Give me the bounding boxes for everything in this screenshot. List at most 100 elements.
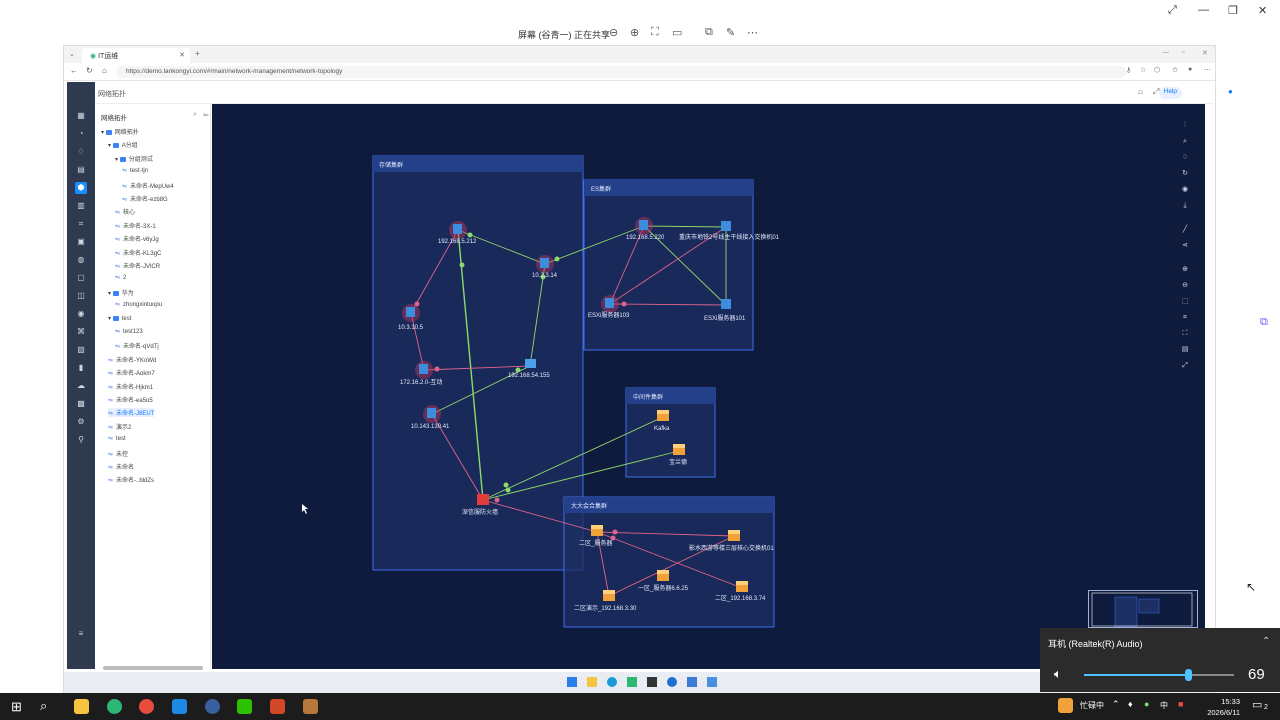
extension-icon[interactable]: ⬡: [1154, 66, 1160, 74]
topology-graph[interactable]: 存储集群 ES集群 中间件集群 大大会合集群 192.168.5.212 10.…: [212, 104, 1205, 669]
more-icon[interactable]: ⋯: [747, 26, 758, 39]
tree-item[interactable]: ⇋ 未命名-MepUw4: [122, 181, 174, 190]
toolbar-refresh-icon[interactable]: ↻: [1180, 169, 1190, 179]
chrome-icon[interactable]: [139, 699, 154, 714]
sidebar-user-icon[interactable]: ◉: [75, 308, 87, 320]
tree-item[interactable]: ⇋ 未命名-Aokm7: [108, 368, 155, 377]
toolbar-table-icon[interactable]: ▤: [1180, 345, 1190, 355]
chat-app-icon[interactable]: [107, 699, 122, 714]
window-icon[interactable]: ⧉: [705, 26, 713, 39]
windows-start-icon[interactable]: ⊞: [11, 699, 22, 715]
toolbar-fit-icon[interactable]: ⛶: [1180, 329, 1190, 339]
group-storage-cluster[interactable]: 存储集群: [372, 155, 584, 571]
powerpoint-icon[interactable]: [270, 699, 285, 714]
tray-ime-icon[interactable]: ■: [1178, 699, 1183, 709]
tree-item[interactable]: ⇋ 未命名-J8EUT: [108, 408, 155, 418]
tree-search-icon[interactable]: ⌕: [193, 111, 197, 119]
sidebar-asset-icon[interactable]: ⌗: [75, 218, 87, 230]
tree-folder[interactable]: ▾ 分组测试: [115, 154, 153, 163]
tree-expand-icon[interactable]: ▾: [115, 157, 120, 163]
tree-item[interactable]: ⇋ 未命名-qVdTj: [115, 341, 159, 350]
sidebar-monitor-icon[interactable]: ◔: [75, 128, 87, 140]
tree-item[interactable]: ⇋ 未命名-v6yJg: [115, 234, 159, 243]
star-icon[interactable]: ☆: [1140, 66, 1146, 74]
wechat-icon[interactable]: [237, 699, 252, 714]
toolbar-select-icon[interactable]: ⬚: [1180, 297, 1190, 307]
notification-icon[interactable]: ▭: [1252, 698, 1262, 711]
sidebar-doc-icon[interactable]: ▢: [75, 272, 87, 284]
tray-chevron-icon[interactable]: ⌃: [1112, 699, 1120, 710]
url-field[interactable]: https://demo.lankongyi.com/#/main/networ…: [116, 66, 1126, 78]
tree-expand-icon[interactable]: ▾: [108, 291, 113, 297]
tree-scrollbar[interactable]: [103, 666, 203, 670]
toolbar-expand-icon[interactable]: ⤢: [1180, 361, 1190, 371]
favorites-icon[interactable]: ✩: [1172, 66, 1178, 74]
ratio-icon[interactable]: ▭: [672, 26, 682, 39]
tree-item[interactable]: ⇋ 未命名-3X-1: [115, 221, 156, 230]
sidebar-chart-icon[interactable]: ▥: [75, 200, 87, 212]
inner-terminal-icon[interactable]: [647, 677, 657, 687]
zoom-in-icon[interactable]: ⊕: [630, 26, 639, 39]
meeting-app-icon[interactable]: [303, 699, 318, 714]
toolbar-layers-icon[interactable]: ⫶: [1180, 121, 1190, 131]
file-explorer-icon[interactable]: [74, 699, 89, 714]
toolbar-zoom-out-icon[interactable]: ⊖: [1180, 281, 1190, 291]
annotate-icon[interactable]: ✎: [726, 26, 735, 39]
mic-icon[interactable]: ♦: [1128, 699, 1133, 709]
home-nav-icon[interactable]: ⌂: [1138, 87, 1143, 96]
sogou-icon[interactable]: [205, 699, 220, 714]
tree-collapse-icon[interactable]: ⇐: [203, 111, 209, 119]
back-icon[interactable]: ←: [70, 66, 78, 75]
sidebar-bar-icon[interactable]: ▮: [75, 362, 87, 374]
zoom-out-icon[interactable]: ⊖: [609, 26, 618, 39]
ime-status[interactable]: 忙碌中: [1080, 700, 1104, 711]
tree-item[interactable]: ⇋ 未命名-YKoWd: [108, 355, 156, 364]
sidebar-flow-icon[interactable]: ⌘: [75, 326, 87, 338]
ime-language[interactable]: 中: [1160, 700, 1168, 711]
toolbar-alert-icon[interactable]: ♢: [1180, 153, 1190, 163]
browser-close-icon[interactable]: ✕: [1202, 49, 1208, 57]
toolbar-download-icon[interactable]: ⤓: [1180, 201, 1190, 211]
tree-folder[interactable]: ▾ 网络拓扑: [101, 127, 139, 136]
key-icon[interactable]: ⚷: [1126, 66, 1131, 74]
sidebar-report-icon[interactable]: ▣: [75, 236, 87, 248]
inner-edge-icon[interactable]: [607, 677, 617, 687]
sidebar-cloud-icon[interactable]: ☁: [75, 380, 87, 392]
tree-item[interactable]: ⇋ 未命名-KL3gC: [115, 248, 161, 257]
tree-item[interactable]: ⇋ 核心: [115, 207, 135, 216]
browser-minimize-icon[interactable]: —: [1162, 49, 1169, 56]
search-icon[interactable]: ⌕: [40, 698, 47, 714]
browser-tab[interactable]: ◉ IT运维 ✕: [82, 48, 190, 63]
topology-minimap[interactable]: [1088, 590, 1198, 628]
sidebar-task-icon[interactable]: ◫: [75, 290, 87, 302]
reload-icon[interactable]: ↻: [86, 66, 93, 75]
sidebar-list-icon[interactable]: ▤: [75, 164, 87, 176]
profile-icon[interactable]: ●: [1188, 66, 1192, 73]
sidebar-storage-icon[interactable]: ▩: [75, 398, 87, 410]
tree-item[interactable]: ⇋ test: [108, 435, 126, 442]
busy-status-icon[interactable]: [1058, 698, 1073, 713]
volume-slider-knob[interactable]: [1184, 669, 1192, 681]
inner-browser-icon[interactable]: [667, 677, 677, 687]
fit-icon[interactable]: ⛶: [651, 26, 659, 39]
sidebar-topology-icon[interactable]: ⬢: [75, 182, 87, 194]
sidebar-dashboard-icon[interactable]: ▦: [75, 110, 87, 122]
sidebar-collapse-icon[interactable]: ≡: [75, 628, 87, 640]
tree-item[interactable]: ⇋ test123: [115, 328, 143, 335]
tree-item[interactable]: ⇋ 未命名: [108, 462, 134, 471]
new-tab-icon[interactable]: +: [195, 49, 200, 58]
sidebar-org-icon[interactable]: ⚲: [75, 434, 87, 446]
tree-item[interactable]: ⇋ 未命名-..bldZs: [108, 475, 154, 484]
expand-icon[interactable]: ⤢: [1168, 4, 1177, 17]
toolbar-zoom-in-icon[interactable]: ⊕: [1180, 265, 1190, 275]
tree-item[interactable]: ⇋ zhongxintuopu: [115, 301, 162, 308]
sidebar-alert-icon[interactable]: ♢: [75, 146, 87, 158]
tray-app-icon[interactable]: ●: [1144, 699, 1149, 709]
collapse-chevron-icon[interactable]: ⌃: [1262, 636, 1270, 647]
tab-close-icon[interactable]: ✕: [179, 51, 185, 59]
bird-app-icon[interactable]: [172, 699, 187, 714]
tree-item[interactable]: ⇋ 2: [115, 274, 126, 281]
tree-expand-icon[interactable]: ▾: [108, 316, 113, 322]
tree-item[interactable]: ⇋ 未命名-JVlCR: [115, 261, 160, 270]
topology-canvas[interactable]: 存储集群 ES集群 中间件集群 大大会合集群 192.168.5.212 10.…: [212, 104, 1205, 669]
